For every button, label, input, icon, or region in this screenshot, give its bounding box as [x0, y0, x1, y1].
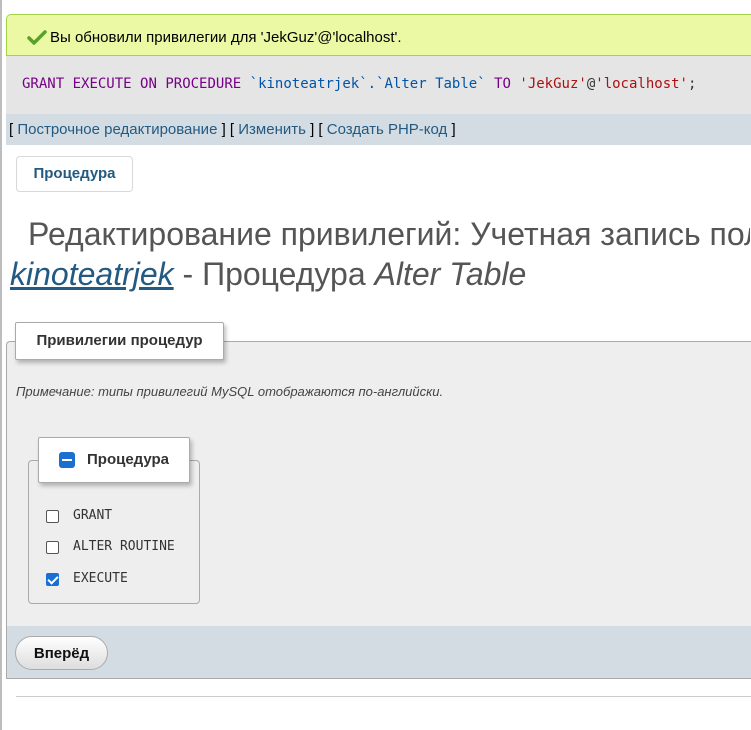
privilege-label: GRANT	[73, 508, 113, 523]
page-title-line2: kinoteatrjek - Процедура Alter Table	[10, 256, 526, 293]
sql-target: `kinoteatrjek`.`Alter Table`	[249, 76, 486, 92]
sql-keyword: TO	[494, 76, 511, 92]
procedure-group-label: Процедура	[87, 451, 170, 468]
check-icon	[27, 30, 47, 45]
privilege-label: ALTER ROUTINE	[73, 539, 175, 554]
sql-query-block: GRANT EXECUTE ON PROCEDURE `kinoteatrjek…	[6, 56, 751, 114]
bottom-divider	[16, 696, 751, 697]
page-left-border	[0, 0, 2, 730]
privileges-note: Примечание: типы привилегий MySQL отобра…	[16, 384, 444, 399]
success-message: Вы обновили привилегии для 'JekGuz'@'loc…	[6, 14, 751, 56]
sql-terminator: ;	[687, 76, 697, 92]
form-footer	[6, 626, 751, 679]
title-separator: - Процедура	[173, 256, 375, 292]
sql-host: 'localhost'	[595, 76, 688, 92]
sql-user: 'JekGuz'	[519, 76, 587, 92]
privilege-label: EXECUTE	[73, 571, 128, 586]
page-title: Редактирование привилегий: Учетная запис…	[10, 216, 750, 296]
alter-routine-checkbox[interactable]	[46, 541, 59, 554]
sql-at: @	[586, 76, 596, 92]
database-link[interactable]: kinoteatrjek	[10, 256, 174, 292]
create-php-link[interactable]: Создать PHP-код	[327, 121, 448, 138]
procedure-name: Alter Table	[374, 256, 527, 292]
success-message-text: Вы обновили привилегии для 'JekGuz'@'loc…	[50, 29, 402, 46]
sql-query: GRANT EXECUTE ON PROCEDURE `kinoteatrjek…	[22, 76, 696, 92]
sql-keyword: EXECUTE	[72, 76, 132, 92]
toggle-all-checkbox-icon[interactable]	[59, 452, 75, 468]
sql-keyword: ON	[140, 76, 157, 92]
execute-checkbox[interactable]	[46, 573, 59, 586]
procedure-privileges-legend: Привилегии процедур	[15, 322, 224, 360]
edit-link[interactable]: Изменить	[238, 121, 306, 138]
query-actions: [ Построчное редактирование ] [ Изменить…	[9, 121, 456, 138]
inline-edit-link[interactable]: Построчное редактирование	[17, 121, 217, 138]
go-button[interactable]: Вперёд	[15, 636, 108, 670]
page-title-line1: Редактирование привилегий: Учетная запис…	[28, 216, 750, 252]
query-actions-bar: [ Построчное редактирование ] [ Изменить…	[6, 114, 751, 145]
procedure-group-legend: Процедура	[38, 437, 190, 483]
sql-keyword: PROCEDURE	[165, 76, 242, 92]
grant-checkbox[interactable]	[46, 510, 59, 523]
sql-keyword: GRANT	[22, 76, 65, 92]
tab-procedure[interactable]: Процедура	[16, 156, 133, 192]
